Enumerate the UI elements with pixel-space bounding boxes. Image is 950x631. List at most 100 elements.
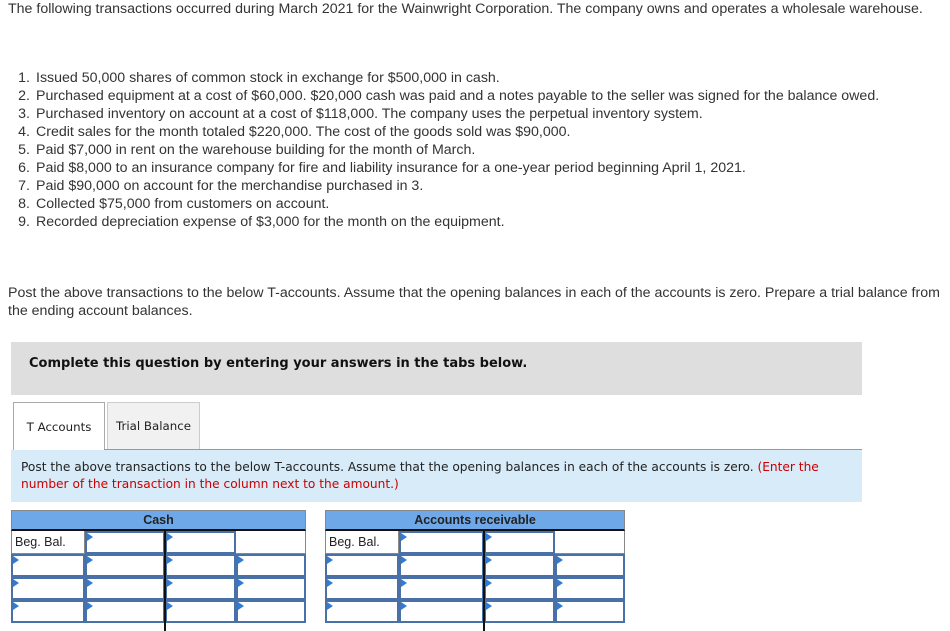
- ref-field[interactable]: [13, 579, 83, 598]
- transaction-text: Credit sales for the month totaled $220,…: [36, 124, 571, 140]
- amount-field[interactable]: [238, 579, 304, 598]
- credit-ref-input[interactable]: [484, 554, 555, 577]
- credit-amount-input[interactable]: [555, 600, 625, 623]
- credit-ref-input[interactable]: [165, 600, 236, 623]
- transaction-item: 8. Collected $75,000 from customers on ac…: [8, 195, 943, 213]
- ref-field[interactable]: [486, 556, 553, 575]
- t-account-row: Beg. Bal.: [11, 531, 306, 554]
- debit-amount-input[interactable]: [399, 577, 484, 600]
- transaction-number: 2.: [18, 88, 30, 104]
- transaction-item: 5. Paid $7,000 in rent on the warehouse b…: [8, 141, 943, 159]
- debit-ref-input[interactable]: [11, 554, 85, 577]
- ref-field[interactable]: [13, 602, 83, 621]
- transaction-number: 1.: [18, 70, 30, 86]
- transaction-text: Purchased inventory on account at a cost…: [36, 106, 703, 122]
- ref-field[interactable]: [167, 533, 234, 552]
- post-instructions: Post the above transactions to the below…: [8, 285, 940, 319]
- transaction-item: 4. Credit sales for the month totaled $22…: [8, 123, 943, 141]
- amount-field[interactable]: [87, 556, 163, 575]
- dropdown-marker-icon: [13, 602, 19, 610]
- transaction-item: 1. Issued 50,000 shares of common stock i…: [8, 69, 943, 87]
- amount-field[interactable]: [87, 579, 163, 598]
- ref-field[interactable]: [327, 556, 397, 575]
- transaction-number: 4.: [18, 124, 30, 140]
- debit-ref-input[interactable]: [325, 554, 399, 577]
- dropdown-marker-icon: [401, 533, 407, 541]
- credit-ref-input[interactable]: [165, 531, 236, 554]
- amount-field[interactable]: [87, 533, 163, 552]
- debit-ref-input[interactable]: [325, 577, 399, 600]
- dropdown-marker-icon: [167, 556, 173, 564]
- credit-amount-input[interactable]: [236, 554, 306, 577]
- ref-field[interactable]: [167, 602, 234, 621]
- credit-amount-input[interactable]: [555, 577, 625, 600]
- dropdown-marker-icon: [327, 602, 333, 610]
- transaction-number: 8.: [18, 196, 30, 212]
- dropdown-marker-icon: [238, 556, 244, 564]
- debit-amount-input[interactable]: [399, 554, 484, 577]
- transaction-text: Purchased equipment at a cost of $60,000…: [36, 88, 880, 104]
- amount-field[interactable]: [238, 602, 304, 621]
- debit-amount-input[interactable]: [399, 600, 484, 623]
- ref-field[interactable]: [486, 602, 553, 621]
- amount-field[interactable]: [401, 579, 482, 598]
- transaction-text: Collected $75,000 from customers on acco…: [36, 196, 330, 212]
- debit-amount-input[interactable]: [85, 577, 165, 600]
- dropdown-marker-icon: [167, 579, 173, 587]
- amount-field[interactable]: [87, 602, 163, 621]
- credit-amount-input[interactable]: [236, 600, 306, 623]
- dropdown-marker-icon: [87, 533, 93, 541]
- credit-ref-input[interactable]: [165, 577, 236, 600]
- credit-amount-input[interactable]: [236, 577, 306, 600]
- amount-field[interactable]: [401, 602, 482, 621]
- debit-amount-input[interactable]: [85, 554, 165, 577]
- amount-field[interactable]: [238, 556, 304, 575]
- t-account-title: Accounts receivable: [325, 510, 625, 531]
- ref-field[interactable]: [486, 579, 553, 598]
- transaction-number: 9.: [18, 214, 30, 230]
- beg-bal-label: Beg. Bal.: [325, 531, 399, 554]
- t-account-row: Beg. Bal.: [325, 531, 625, 554]
- dropdown-marker-icon: [87, 556, 93, 564]
- tab-trial-balance[interactable]: Trial Balance: [107, 402, 200, 449]
- transaction-number: 7.: [18, 178, 30, 194]
- dropdown-marker-icon: [238, 579, 244, 587]
- dropdown-marker-icon: [486, 556, 492, 564]
- t-account-grid: Beg. Bal.: [325, 531, 625, 631]
- ref-field[interactable]: [13, 556, 83, 575]
- debit-ref-input[interactable]: [11, 577, 85, 600]
- question-text: Post the above transactions to the below…: [21, 460, 758, 474]
- credit-amount-input[interactable]: [555, 554, 625, 577]
- transaction-number: 6.: [18, 160, 30, 176]
- amount-field[interactable]: [557, 579, 623, 598]
- transaction-item: 7. Paid $90,000 on account for the mercha…: [8, 177, 943, 195]
- ref-field[interactable]: [486, 533, 553, 552]
- ref-field[interactable]: [167, 579, 234, 598]
- debit-amount-input[interactable]: [85, 600, 165, 623]
- credit-ref-input[interactable]: [165, 554, 236, 577]
- tab-t-accounts[interactable]: T Accounts: [13, 402, 105, 450]
- debit-ref-input[interactable]: [325, 600, 399, 623]
- ref-field[interactable]: [167, 556, 234, 575]
- ref-field[interactable]: [327, 602, 397, 621]
- dropdown-marker-icon: [167, 602, 173, 610]
- debit-ref-input[interactable]: [11, 600, 85, 623]
- debit-amount-input[interactable]: [85, 531, 165, 554]
- debit-amount-input[interactable]: [399, 531, 484, 554]
- credit-ref-input[interactable]: [484, 600, 555, 623]
- t-account-grid: Beg. Bal.: [11, 531, 306, 631]
- amount-field[interactable]: [557, 556, 623, 575]
- amount-field[interactable]: [401, 556, 482, 575]
- transaction-text: Recorded depreciation expense of $3,000 …: [36, 214, 505, 230]
- credit-ref-input[interactable]: [484, 577, 555, 600]
- empty-cell: [236, 531, 306, 554]
- intro-paragraph: The following transactions occurred duri…: [8, 1, 923, 17]
- ref-field[interactable]: [327, 579, 397, 598]
- transaction-text: Paid $90,000 on account for the merchand…: [36, 178, 424, 194]
- amount-field[interactable]: [401, 533, 482, 552]
- t-account-row: [325, 554, 625, 577]
- dropdown-marker-icon: [87, 579, 93, 587]
- credit-ref-input[interactable]: [484, 531, 555, 554]
- t-account-divider: [483, 531, 485, 631]
- amount-field[interactable]: [557, 602, 623, 621]
